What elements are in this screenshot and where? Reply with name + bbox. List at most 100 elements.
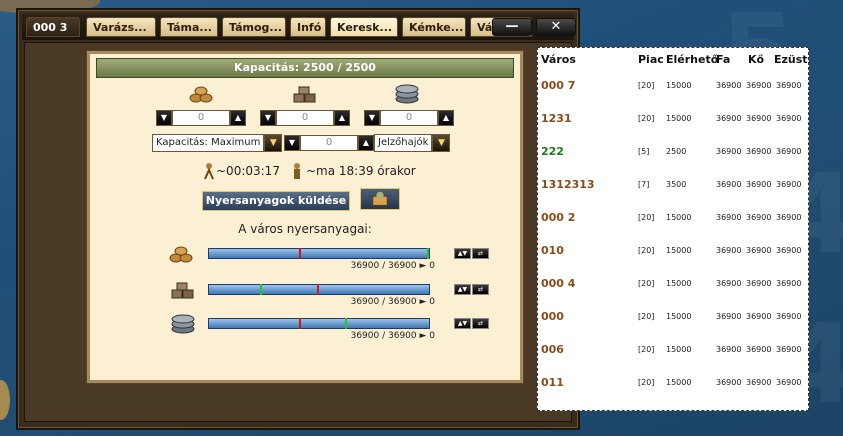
wood-cell: 36900 [716, 81, 742, 90]
header-market: Piac [638, 53, 664, 66]
city-name-link[interactable]: 010 [541, 244, 564, 257]
arrival-icon [294, 163, 300, 179]
tab-espionage[interactable]: Kémke... [402, 17, 466, 37]
city-name-link[interactable]: 222 [541, 145, 564, 158]
city-name-link[interactable]: 000 4 [541, 277, 575, 290]
tab-trade[interactable]: Keresk... [330, 17, 398, 37]
stone-increase-button[interactable]: ▲ [334, 110, 350, 126]
silver-cell: 36900 [776, 147, 802, 156]
tab-attack[interactable]: Táma... [160, 17, 218, 37]
extra-decrease-button[interactable]: ▼ [284, 135, 300, 151]
tab-bar: 000 3 Varázs... Táma... Támog... Infó Ke… [22, 14, 576, 40]
capacity-select-value: Kapacitás: Maximum [152, 134, 265, 152]
close-button[interactable]: ✕ [536, 18, 576, 36]
available-cell: 3500 [666, 180, 687, 189]
stone-cell: 36900 [746, 312, 772, 321]
header-city: Város [541, 53, 576, 66]
silver-arrow-button[interactable]: ▲▼ [454, 318, 471, 329]
silver-cell: 36900 [776, 312, 802, 321]
duration-icon [204, 163, 214, 180]
silver-cell: 36900 [776, 114, 802, 123]
wood-icon [189, 86, 213, 103]
tab-city[interactable]: 000 3 [26, 17, 80, 37]
wood-increase-button[interactable]: ▲ [230, 110, 246, 126]
market-cell: [20] [638, 345, 655, 354]
city-name-link[interactable]: 003 [541, 409, 564, 410]
city-name-link[interactable]: 006 [541, 343, 564, 356]
wood-storage-bar [208, 248, 430, 259]
available-cell: 15000 [666, 345, 692, 354]
market-cell: [20] [638, 81, 655, 90]
send-resources-button[interactable]: Nyersanyagok küldése [202, 191, 350, 211]
market-cell: [20] [638, 378, 655, 387]
tab-support[interactable]: Támog... [222, 17, 286, 37]
silver-cell: 36900 [776, 213, 802, 222]
extra-increase-button[interactable]: ▲ [358, 135, 374, 151]
header-silver: Ezüst [774, 53, 808, 66]
stone-cell: 36900 [746, 147, 772, 156]
capacity-header: Kapacitás: 2500 / 2500 [96, 58, 514, 78]
silver-increase-button[interactable]: ▲ [438, 110, 454, 126]
red-mark [299, 248, 301, 259]
silver-amount-input[interactable]: 0 [380, 110, 438, 126]
city-name-link[interactable]: 1231 [541, 112, 572, 125]
wood-decrease-button[interactable]: ▼ [156, 110, 172, 126]
island-shape [0, 380, 10, 420]
silver-cell: 36900 [776, 279, 802, 288]
merchant-icon [372, 191, 388, 206]
green-mark [345, 318, 347, 329]
market-cell: [20] [638, 213, 655, 222]
merchant-button[interactable] [360, 188, 400, 210]
silver-storage-label: 36900 / 36900 ► 0 [350, 331, 435, 341]
stone-cell: 36900 [746, 246, 772, 255]
stone-cell: 36900 [746, 279, 772, 288]
wood-cell: 36900 [716, 147, 742, 156]
extra-amount-input[interactable]: 0 [300, 135, 358, 151]
stone-cell: 36900 [746, 114, 772, 123]
silver-cell: 36900 [776, 378, 802, 387]
stone-arrow-button[interactable]: ▲▼ [454, 284, 471, 295]
red-mark [317, 284, 319, 295]
stone-storage-bar [208, 284, 430, 295]
chevron-down-icon: ▼ [264, 134, 283, 152]
available-cell: 15000 [666, 81, 692, 90]
stone-amount-input[interactable]: 0 [276, 110, 334, 126]
silver-cell: 36900 [776, 246, 802, 255]
silver-transfer-button[interactable]: ⇄ [472, 318, 489, 329]
stone-cell: 36900 [746, 81, 772, 90]
wood-arrow-button[interactable]: ▲▼ [454, 248, 471, 259]
silver-decrease-button[interactable]: ▼ [364, 110, 380, 126]
city-name-link[interactable]: 000 [541, 310, 564, 323]
capacity-select[interactable]: Kapacitás: Maximum ▼ [152, 134, 283, 152]
stone-bar-buttons: ▲▼ ⇄ [454, 284, 490, 295]
wood-cell: 36900 [716, 279, 742, 288]
wood-cell: 36900 [716, 345, 742, 354]
ship-select[interactable]: Jelzőhajók ▼ [374, 134, 451, 152]
extra-amount-spinner: ▼ 0 ▲ [284, 135, 374, 151]
city-name-link[interactable]: 1312313 [541, 178, 595, 191]
city-name-link[interactable]: 000 7 [541, 79, 575, 92]
stone-transfer-button[interactable]: ⇄ [472, 284, 489, 295]
wood-cell: 36900 [716, 213, 742, 222]
silver-bar-buttons: ▲▼ ⇄ [454, 318, 490, 329]
city-name-link[interactable]: 000 2 [541, 211, 575, 224]
minimize-button[interactable]: — [492, 18, 532, 36]
green-mark [260, 284, 262, 295]
city-name-link[interactable]: 011 [541, 376, 564, 389]
stone-decrease-button[interactable]: ▼ [260, 110, 276, 126]
silver-icon [395, 84, 419, 104]
tab-spells[interactable]: Varázs... [86, 17, 156, 37]
city-resources-title: A város nyersanyagai: [238, 222, 372, 236]
wood-amount-input[interactable]: 0 [172, 110, 230, 126]
header-available: Elérhető [666, 53, 719, 66]
wood-cell: 36900 [716, 246, 742, 255]
tab-info[interactable]: Infó [290, 17, 326, 37]
available-cell: 15000 [666, 114, 692, 123]
stone-amount-spinner: ▼ 0 ▲ [260, 110, 350, 126]
window-content: Kapacitás: 2500 / 2500 ▼ 0 ▲ ▼ 0 ▲ ▼ 0 ▲… [24, 42, 572, 422]
trade-window: 000 3 Varázs... Táma... Támog... Infó Ke… [16, 8, 580, 430]
wood-transfer-button[interactable]: ⇄ [472, 248, 489, 259]
available-cell: 15000 [666, 279, 692, 288]
stone-cell: 36900 [746, 378, 772, 387]
market-cell: [20] [638, 312, 655, 321]
